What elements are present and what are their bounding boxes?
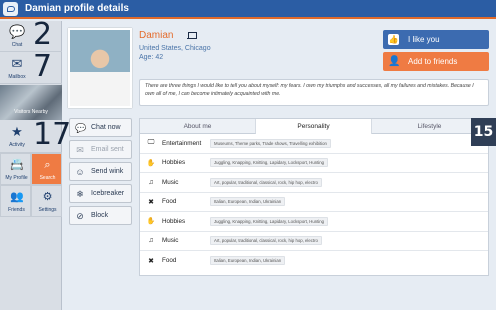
block-button[interactable]: ⊘ Block <box>69 206 132 225</box>
interest-values: Italian, European, Indian, Ukrainian <box>210 256 286 266</box>
interest-row: ✋ Hobbies Juggling, Knapping, Knitting, … <box>140 212 488 232</box>
icebreaker-icon: ❄ <box>76 188 84 199</box>
chat-label: Chat <box>11 42 23 48</box>
mailbox-label: Mailbox <box>8 74 26 80</box>
interest-category: Hobbies <box>162 159 186 167</box>
page-title: Damian profile details <box>25 3 129 14</box>
chat-bubbles-icon: 💬 <box>9 24 26 39</box>
tab-personality[interactable]: Personality <box>256 119 372 134</box>
interest-values: Juggling, Knapping, Knitting, Lapidary, … <box>210 216 329 226</box>
add-friend-button[interactable]: 👤 Add to friends <box>383 52 489 71</box>
music-note-icon: ♫ <box>148 237 154 245</box>
friends-label: Friends <box>8 207 25 213</box>
hand-icon: ✋ <box>146 159 156 167</box>
interest-row: ✖ Food Italian, European, Indian, Ukrain… <box>140 193 488 212</box>
profile-photo[interactable] <box>68 28 132 108</box>
chat-now-button[interactable]: 💬 Chat now <box>69 118 132 137</box>
interest-row: ♫ Music Art, popular, traditional, class… <box>140 232 488 251</box>
sidebar-item-friends[interactable]: 👥 Friends <box>0 185 31 217</box>
visitors-label: Visitors Nearby <box>14 109 48 115</box>
activity-label: Activity <box>9 142 25 148</box>
mailbox-count: 7 <box>33 49 53 84</box>
interest-values: Juggling, Knapping, Knitting, Lapidary, … <box>210 158 329 168</box>
add-user-icon: 👤 <box>388 56 401 67</box>
interest-row: ♫ Music Art, popular, traditional, class… <box>140 173 488 193</box>
chat-now-label: Chat now <box>91 124 121 131</box>
name-row: Damian <box>139 30 198 41</box>
settings-label: Settings <box>38 207 57 213</box>
interest-row: 🖵 Entertainment Museums, Theme parks, Tr… <box>140 134 488 154</box>
icebreaker-label: Icebreaker <box>91 190 125 197</box>
star-icon: ★ <box>11 124 23 139</box>
sidebar-item-visitors-nearby[interactable]: Visitors Nearby <box>0 85 62 120</box>
smiley-icon: ☺ <box>75 166 85 177</box>
laptop-icon <box>187 31 198 40</box>
icebreaker-button[interactable]: ❄ Icebreaker <box>69 184 132 203</box>
count-badge[interactable]: 15 <box>471 118 496 146</box>
chat-count: 2 <box>33 17 53 52</box>
sidebar-item-search[interactable]: ⌕ Search <box>31 153 62 185</box>
send-wink-button[interactable]: ☺ Send wink <box>69 162 132 181</box>
title-bar: Damian profile details <box>0 0 496 19</box>
tab-about-me[interactable]: About me <box>140 119 256 134</box>
interest-row: ✋ Hobbies Juggling, Knapping, Knitting, … <box>140 154 488 173</box>
profile-location: United States, Chicago <box>139 45 211 52</box>
tv-icon: 🖵 <box>147 139 155 147</box>
email-sent-label: Email sent <box>91 146 124 153</box>
like-button[interactable]: 👍 I like you <box>383 30 489 49</box>
hand-icon: ✋ <box>146 218 156 226</box>
add-friend-label: Add to friends <box>408 57 458 66</box>
interest-category: Food <box>162 198 177 206</box>
envelope-icon: ✉ <box>11 56 23 71</box>
interest-category: Music <box>162 237 179 245</box>
utensils-icon: ✖ <box>148 198 154 206</box>
tab-bar: About me Personality Lifestyle <box>140 119 488 134</box>
interest-category: Hobbies <box>162 217 186 225</box>
sidebar-item-mailbox[interactable]: ✉ Mailbox 7 <box>0 49 62 84</box>
block-label: Block <box>91 212 109 219</box>
activity-count: 17 <box>33 117 72 152</box>
id-card-icon: 📇 <box>10 159 24 171</box>
interest-category: Music <box>162 178 179 186</box>
search-label: Search <box>39 175 56 181</box>
my-profile-label: My Profile <box>5 175 28 181</box>
sidebar: 💬 Chat 2 ✉ Mailbox 7 Visitors Nearby ★ A… <box>0 17 71 310</box>
interest-values: Art, popular, traditional, classical, ro… <box>210 177 322 187</box>
interest-category: Food <box>162 257 177 265</box>
utensils-icon: ✖ <box>148 257 154 265</box>
interest-values: Museums, Theme parks, Trade shows, Trave… <box>210 138 331 148</box>
profile-name: Damian <box>139 30 174 41</box>
email-icon: ✉ <box>76 144 84 155</box>
interest-values: Art, popular, traditional, classical, ro… <box>210 236 322 246</box>
music-note-icon: ♫ <box>148 178 154 186</box>
thumbs-up-icon: 👍 <box>388 34 399 45</box>
like-label: I like you <box>408 35 440 44</box>
magnifier-icon: ⌕ <box>44 159 51 171</box>
sidebar-item-chat[interactable]: 💬 Chat 2 <box>0 17 62 52</box>
interest-row: ✖ Food Italian, European, Indian, Ukrain… <box>140 251 488 271</box>
sidebar-item-my-profile[interactable]: 📇 My Profile <box>0 153 31 185</box>
interest-category: Entertainment <box>162 139 202 147</box>
sidebar-item-settings[interactable]: ⚙ Settings <box>31 185 62 217</box>
send-wink-label: Send wink <box>91 168 124 175</box>
email-sent-button[interactable]: ✉ Email sent <box>69 140 132 159</box>
interest-values: Italian, European, Indian, Ukrainian <box>210 197 286 207</box>
gears-icon: ⚙ <box>42 191 53 203</box>
profile-age: Age: 42 <box>139 54 164 61</box>
profile-bio: There are three things I would like to t… <box>139 79 489 106</box>
sidebar-item-activity[interactable]: ★ Activity 17 <box>0 118 71 153</box>
people-icon: 👥 <box>10 191 24 203</box>
interests-panel: About me Personality Lifestyle 🖵 Enterta… <box>139 118 489 276</box>
block-icon: ⊘ <box>76 210 84 221</box>
chat-bubble-icon[interactable] <box>3 1 18 16</box>
chat-icon: 💬 <box>75 122 87 133</box>
